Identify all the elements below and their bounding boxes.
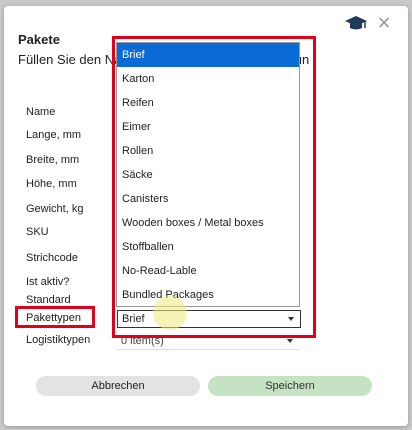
sku-label: SKU — [26, 226, 49, 238]
close-icon[interactable]: × — [374, 12, 394, 34]
standard-label: Standard — [26, 294, 71, 306]
highlight-label-box — [15, 306, 95, 328]
name-label: Name — [26, 106, 56, 118]
length-label: Lange, mm — [26, 129, 82, 141]
highlight-dropdown-box — [112, 36, 316, 338]
save-button[interactable]: Speichern — [208, 376, 372, 396]
cancel-button[interactable]: Abbrechen — [36, 376, 200, 396]
graduation-cap-icon[interactable] — [344, 15, 368, 33]
height-label: Höhe, mm — [26, 178, 77, 190]
barcode-label: Strichcode — [26, 252, 78, 264]
logistics-types-label: Logistiktypen — [26, 334, 91, 346]
cursor-indicator — [153, 296, 187, 330]
modal-title: Pakete — [18, 32, 60, 47]
chevron-down-icon — [287, 339, 293, 343]
active-label: Ist aktiv? — [26, 276, 70, 288]
weight-label: Gewicht, kg — [26, 203, 84, 215]
width-label: Breite, mm — [26, 154, 80, 166]
